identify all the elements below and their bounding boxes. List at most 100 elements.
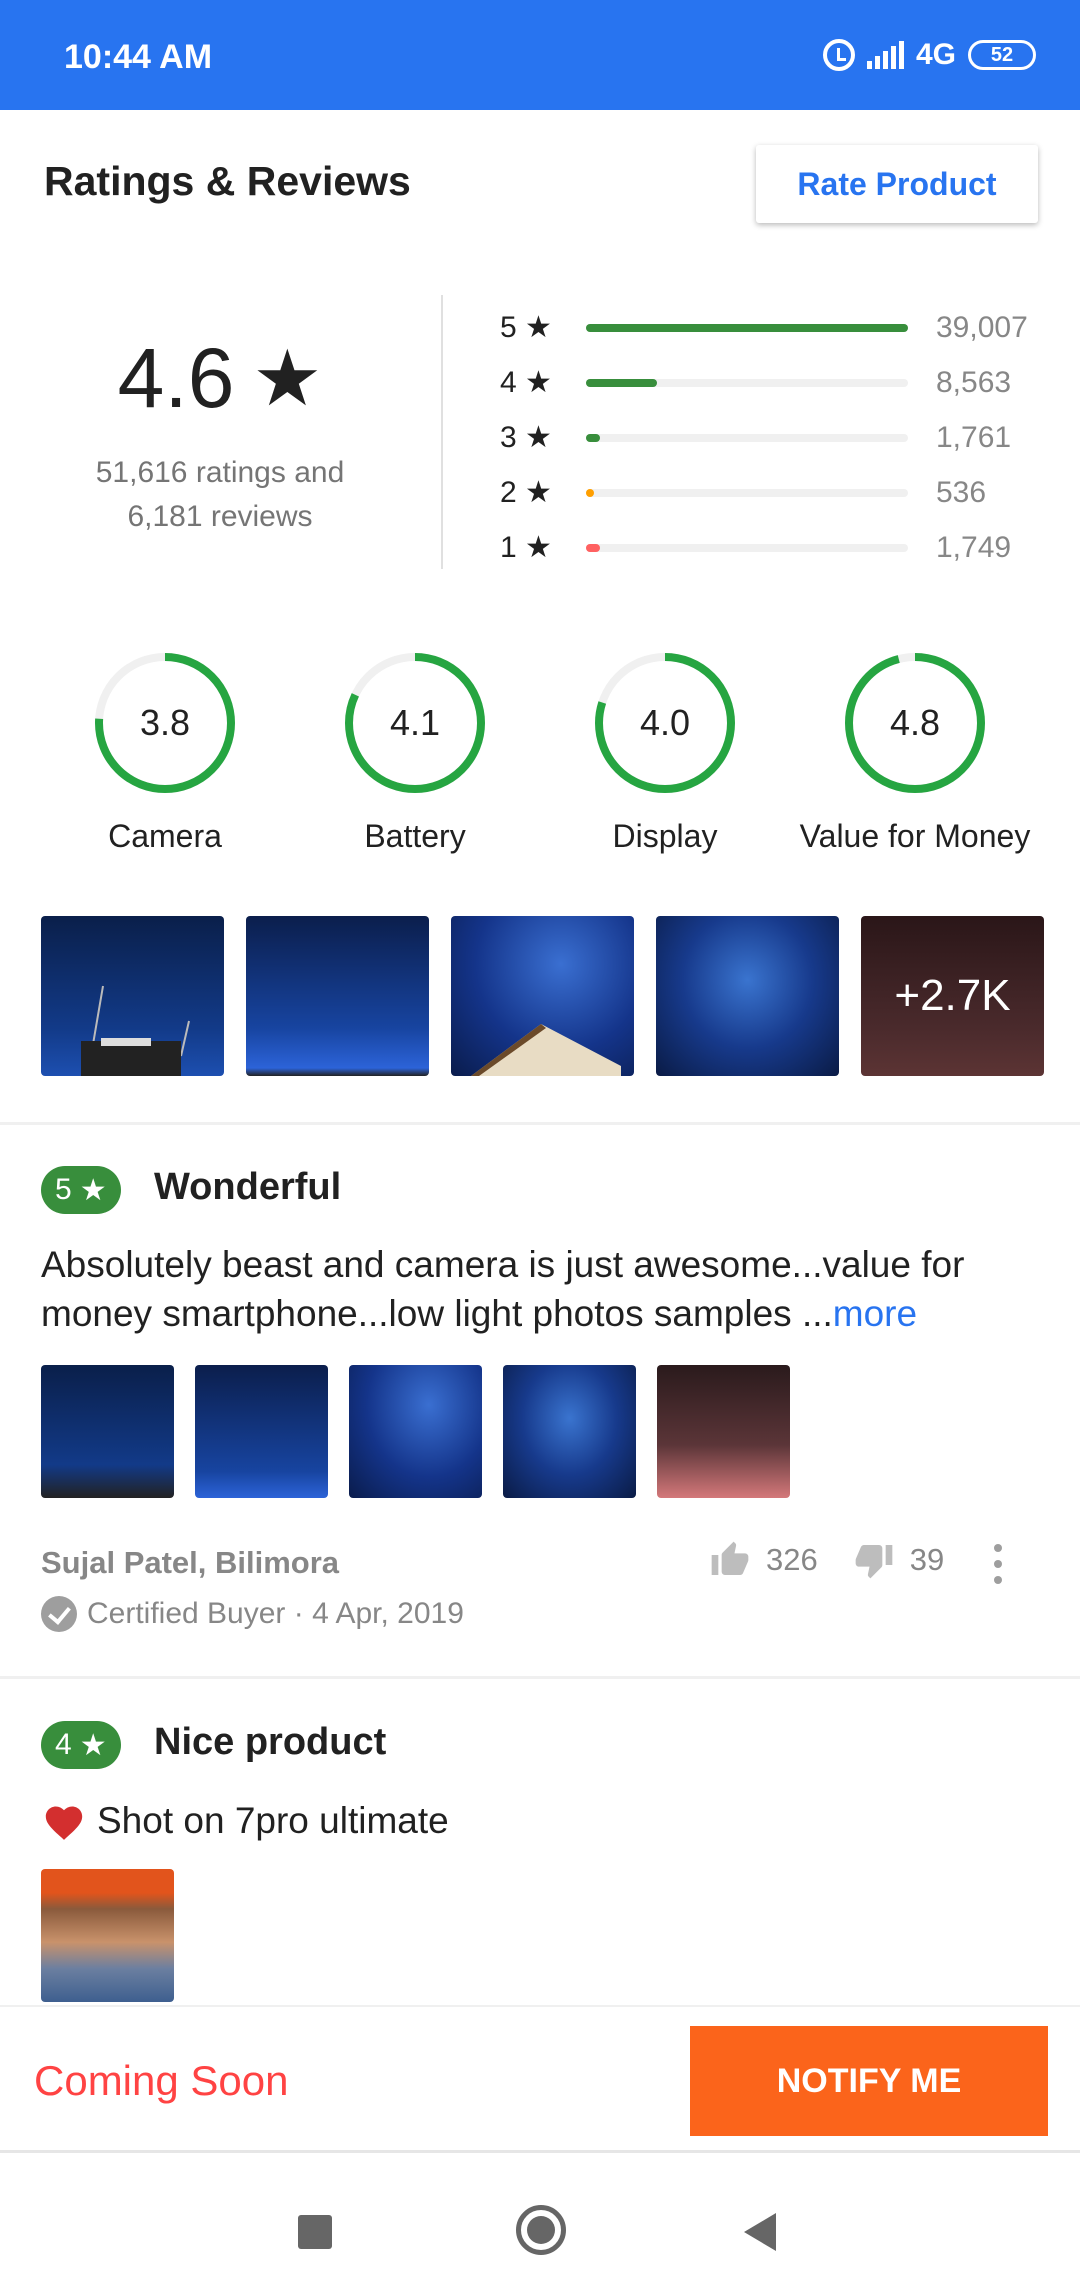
distribution-label: 2 ★ <box>500 476 552 509</box>
aspect-value: 4.0 <box>639 702 691 743</box>
certified-buyer: Certified Buyer · 4 Apr, 2019 <box>41 1596 464 1632</box>
average-rating: 4.6 ★ <box>60 330 380 427</box>
distribution-track <box>586 378 908 387</box>
badge-value: 4 <box>55 1728 72 1761</box>
gallery-photo[interactable] <box>246 916 429 1076</box>
aspect-battery[interactable]: 4.1 Battery <box>290 648 540 855</box>
heart-icon <box>45 1806 83 1840</box>
review-photo[interactable] <box>195 1365 328 1498</box>
photo-image <box>81 985 190 1076</box>
review-body: Absolutely beast and camera is just awes… <box>41 1244 965 1334</box>
distribution-row: 1 ★ 1,749 <box>500 520 1040 575</box>
distribution-track <box>586 488 908 497</box>
like-count: 326 <box>766 1542 818 1577</box>
rating-badge: 5 ★ <box>41 1166 121 1214</box>
aspect-ratings: 3.8 Camera 4.1 Battery 4.0 Display 4.8 V… <box>40 648 1040 855</box>
bottom-action-bar: Coming Soon NOTIFY ME <box>0 2005 1080 2147</box>
alarm-icon <box>822 39 855 71</box>
distribution-track <box>586 543 908 552</box>
signal-icon <box>866 41 904 69</box>
rating-ring: 3.8 <box>90 648 240 798</box>
system-nav-bar <box>0 2150 1080 2280</box>
gallery-photo[interactable] <box>41 916 224 1076</box>
review-votes: 326 39 <box>708 1540 944 1580</box>
distribution-label: 3 ★ <box>500 421 552 454</box>
network-type: 4G <box>915 38 956 71</box>
aspect-name: Display <box>612 818 718 854</box>
review-text: Absolutely beast and camera is just awes… <box>41 1240 1051 1338</box>
recents-icon[interactable] <box>298 2215 332 2249</box>
page-title: Ratings & Reviews <box>44 158 411 204</box>
rate-product-button[interactable]: Rate Product <box>756 145 1038 223</box>
distribution-count: 1,749 <box>936 530 1012 564</box>
star-icon: ★ <box>79 1173 107 1207</box>
review-photo[interactable] <box>349 1365 482 1498</box>
distribution-row: 2 ★ 536 <box>500 465 1040 520</box>
gallery-more-count: +2.7K <box>894 971 1011 1020</box>
review-photos <box>41 1869 174 2002</box>
review-text: Shot on 7pro ultimate <box>41 1800 449 1842</box>
distribution-fill <box>586 488 595 497</box>
distribution-fill <box>586 323 908 332</box>
distribution-count: 536 <box>936 475 987 509</box>
distribution-row: 3 ★ 1,761 <box>500 410 1040 465</box>
review-photo[interactable] <box>41 1869 174 2002</box>
battery-icon: 52 <box>968 40 1036 70</box>
aspect-name: Value for Money <box>799 818 1031 854</box>
gallery-more[interactable]: +2.7K <box>861 916 1044 1076</box>
rating-distribution: 5 ★ 39,007 4 ★ 8,563 3 ★ 1,761 2 ★ 536 1… <box>500 300 1040 575</box>
thumbs-down-icon <box>855 1545 893 1579</box>
distribution-fill <box>586 433 601 442</box>
review-photo[interactable] <box>503 1365 636 1498</box>
distribution-row: 5 ★ 39,007 <box>500 300 1040 355</box>
certified-text: Certified Buyer · 4 Apr, 2019 <box>87 1597 464 1630</box>
distribution-fill <box>586 378 657 387</box>
gallery-photo[interactable] <box>656 916 839 1076</box>
distribution-count: 8,563 <box>936 365 1012 399</box>
review-author: Sujal Patel, Bilimora <box>41 1545 340 1580</box>
review-photo[interactable] <box>657 1365 790 1498</box>
status-icons: 4G 52 <box>822 38 1036 72</box>
dislike-button[interactable]: 39 <box>852 1540 944 1580</box>
reviews-count: 6,181 reviews <box>127 500 313 533</box>
read-more-link[interactable]: more <box>833 1293 917 1334</box>
distribution-fill <box>586 543 601 552</box>
review-body: Shot on 7pro ultimate <box>97 1800 449 1841</box>
home-icon[interactable] <box>516 2205 566 2255</box>
gallery-photo[interactable] <box>451 916 634 1076</box>
distribution-label: 4 ★ <box>500 366 552 399</box>
notify-me-button[interactable]: NOTIFY ME <box>690 2026 1048 2136</box>
availability-status: Coming Soon <box>34 2057 289 2104</box>
review-title: Nice product <box>154 1721 387 1763</box>
back-icon[interactable] <box>744 2213 776 2251</box>
distribution-label: 5 ★ <box>500 311 552 344</box>
thumbs-up-icon <box>711 1541 749 1575</box>
battery-level: 52 <box>990 43 1014 66</box>
dislike-count: 39 <box>909 1542 945 1577</box>
photo-image <box>471 1024 621 1076</box>
aspect-camera[interactable]: 3.8 Camera <box>40 648 290 855</box>
review-photos <box>41 1365 790 1498</box>
rating-ring: 4.8 <box>840 648 990 798</box>
star-icon: ★ <box>79 1728 107 1762</box>
average-value: 4.6 <box>117 331 235 425</box>
badge-value: 5 <box>55 1173 72 1206</box>
distribution-track <box>586 323 908 332</box>
more-options-icon[interactable] <box>994 1544 1002 1592</box>
aspect-value: 4.8 <box>889 702 941 743</box>
review-title: Wonderful <box>154 1166 342 1208</box>
aspect-value: 4.1 <box>389 702 441 743</box>
rating-badge: 4 ★ <box>41 1721 121 1769</box>
aspect-display[interactable]: 4.0 Display <box>540 648 790 855</box>
aspect-name: Battery <box>364 818 466 854</box>
status-time: 10:44 AM <box>64 38 213 76</box>
divider <box>441 295 443 569</box>
star-icon: ★ <box>252 334 323 422</box>
like-button[interactable]: 326 <box>708 1540 818 1580</box>
aspect-value-for-money[interactable]: 4.8 Value for Money <box>790 648 1040 855</box>
distribution-track <box>586 433 908 442</box>
rating-ring: 4.1 <box>340 648 490 798</box>
review-photo[interactable] <box>41 1365 174 1498</box>
overall-rating: 4.6 ★ 51,616 ratings and 6,181 reviews <box>60 330 380 539</box>
aspect-name: Camera <box>108 818 222 854</box>
